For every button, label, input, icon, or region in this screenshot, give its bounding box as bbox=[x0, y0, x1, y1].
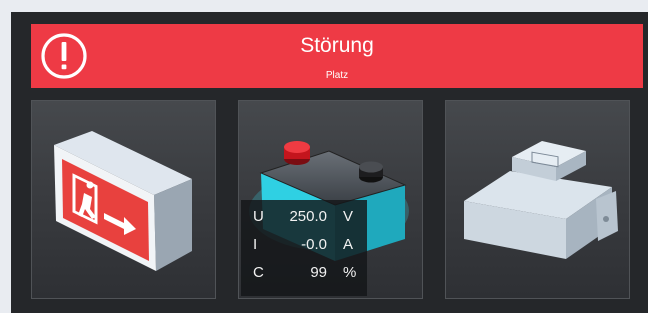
fault-banner[interactable]: Störung Platz bbox=[31, 24, 643, 88]
voltage-symbol: U bbox=[253, 208, 264, 225]
capacity-symbol: C bbox=[253, 264, 264, 281]
current-unit: A bbox=[343, 236, 354, 253]
capacity-unit: % bbox=[343, 264, 357, 281]
current-symbol: I bbox=[253, 236, 258, 253]
din-rail-module-icon bbox=[464, 141, 618, 259]
status-panel: Störung Platz U 250.0 V I -0.0 A C 99 % bbox=[11, 12, 648, 313]
emergency-exit-light-icon bbox=[54, 131, 192, 271]
fault-location: Platz bbox=[325, 70, 349, 81]
fault-title: Störung bbox=[300, 34, 374, 57]
capacity-row: C 99 % bbox=[241, 264, 367, 288]
current-row: I -0.0 A bbox=[241, 236, 367, 260]
capacity-value: 99 bbox=[310, 264, 327, 281]
tile-din-module[interactable] bbox=[445, 100, 630, 299]
tile-battery[interactable]: U 250.0 V I -0.0 A C 99 % bbox=[238, 100, 423, 299]
voltage-value: 250.0 bbox=[289, 208, 327, 225]
voltage-unit: V bbox=[343, 208, 354, 225]
voltage-row: U 250.0 V bbox=[241, 208, 367, 232]
current-value: -0.0 bbox=[301, 236, 327, 253]
battery-readout: U 250.0 V I -0.0 A C 99 % bbox=[241, 200, 367, 296]
tile-exit-light[interactable] bbox=[31, 100, 216, 299]
